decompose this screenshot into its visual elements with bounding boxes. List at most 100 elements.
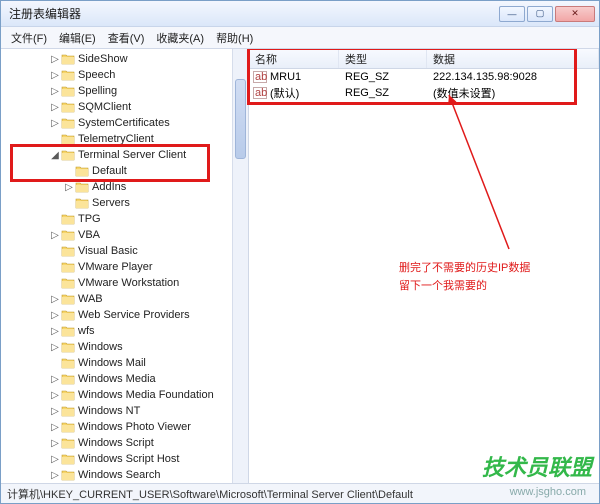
- menu-favorites[interactable]: 收藏夹(A): [150, 28, 210, 48]
- folder-icon: [75, 165, 89, 177]
- scrollbar-thumb[interactable]: [235, 79, 246, 159]
- col-name[interactable]: 名称: [249, 49, 339, 68]
- tree-item[interactable]: VMware Player: [1, 259, 248, 275]
- tree-item-label: Windows Photo Viewer: [78, 421, 191, 433]
- tree-item[interactable]: ▷ Windows: [1, 339, 248, 355]
- tree-item[interactable]: Visual Basic: [1, 243, 248, 259]
- tree-item[interactable]: ▷Web Service Providers: [1, 307, 248, 323]
- expander-icon[interactable]: ▷: [49, 374, 61, 385]
- folder-icon: [61, 101, 75, 113]
- expander-icon[interactable]: ▷: [49, 438, 61, 449]
- col-data[interactable]: 数据: [427, 49, 599, 68]
- maximize-button[interactable]: ▢: [527, 6, 553, 22]
- folder-icon: [61, 245, 75, 257]
- titlebar[interactable]: 注册表编辑器 — ▢ ✕: [1, 1, 599, 27]
- tree-item-label: Windows Script Host: [78, 453, 179, 465]
- tree-item[interactable]: Default: [1, 163, 248, 179]
- expander-icon[interactable]: ▷: [49, 422, 61, 433]
- tree-item[interactable]: ◢Terminal Server Client: [1, 147, 248, 163]
- tree-item[interactable]: ▷Speech: [1, 67, 248, 83]
- col-type[interactable]: 类型: [339, 49, 427, 68]
- tree-item[interactable]: VMware Workstation: [1, 275, 248, 291]
- tree-item-label: VMware Player: [78, 261, 153, 273]
- window-title: 注册表编辑器: [9, 5, 499, 22]
- close-button[interactable]: ✕: [555, 6, 595, 22]
- expander-icon[interactable]: ▷: [49, 54, 61, 65]
- registry-tree[interactable]: ▷SideShow▷Speech▷Spelling▷SQMClient▷Syst…: [1, 49, 249, 483]
- tree-item[interactable]: ▷ Windows NT: [1, 403, 248, 419]
- tree-item-label: Windows NT: [78, 405, 140, 417]
- folder-icon: [61, 213, 75, 225]
- tree-item-label: Windows Media Foundation: [78, 389, 214, 401]
- tree-item[interactable]: TelemetryClient: [1, 131, 248, 147]
- expander-icon[interactable]: ▷: [49, 118, 61, 129]
- tree-item-label: WAB: [78, 293, 103, 305]
- tree-item[interactable]: ▷ Windows Script Host: [1, 451, 248, 467]
- value-row[interactable]: abMRU1REG_SZ222.134.135.98:9028: [249, 69, 599, 85]
- list-body[interactable]: abMRU1REG_SZ222.134.135.98:9028ab(默认)REG…: [249, 69, 599, 483]
- folder-icon: [75, 181, 89, 193]
- folder-icon: [61, 133, 75, 145]
- tree-item-label: Windows Mail: [78, 357, 146, 369]
- tree-item-label: VMware Workstation: [78, 277, 179, 289]
- folder-icon: [61, 325, 75, 337]
- folder-icon: [61, 277, 75, 289]
- tree-item[interactable]: ▷wfs: [1, 323, 248, 339]
- tree-item[interactable]: ▷Windows Script: [1, 435, 248, 451]
- tree-item[interactable]: ▷SystemCertificates: [1, 115, 248, 131]
- folder-icon: [61, 69, 75, 81]
- menu-help[interactable]: 帮助(H): [210, 28, 259, 48]
- expander-icon[interactable]: ▷: [49, 70, 61, 81]
- tree-item[interactable]: ▷Windows Media: [1, 371, 248, 387]
- tree-scrollbar[interactable]: [232, 49, 248, 483]
- value-data: 222.134.135.98:9028: [427, 71, 599, 83]
- folder-icon: [61, 453, 75, 465]
- menu-view[interactable]: 查看(V): [102, 28, 151, 48]
- expander-icon[interactable]: ▷: [49, 230, 61, 241]
- tree-item[interactable]: TPG: [1, 211, 248, 227]
- annotation-line1: 删完了不需要的历史IP数据: [399, 259, 530, 277]
- tree-item[interactable]: ▷ WAB: [1, 291, 248, 307]
- menu-edit[interactable]: 编辑(E): [53, 28, 102, 48]
- minimize-button[interactable]: —: [499, 6, 525, 22]
- value-list-pane: 名称 类型 数据 abMRU1REG_SZ222.134.135.98:9028…: [249, 49, 599, 483]
- expander-icon[interactable]: ▷: [49, 390, 61, 401]
- expander-icon[interactable]: ▷: [63, 182, 75, 193]
- tree-item[interactable]: Windows Mail: [1, 355, 248, 371]
- expander-icon[interactable]: ▷: [49, 342, 61, 353]
- annotation-arrow: [419, 89, 529, 259]
- menubar: 文件(F) 编辑(E) 查看(V) 收藏夹(A) 帮助(H): [1, 27, 599, 49]
- tree-item[interactable]: ▷ Windows Media Foundation: [1, 387, 248, 403]
- expander-icon[interactable]: ◢: [49, 150, 61, 161]
- tree-item[interactable]: ▷ Windows Photo Viewer: [1, 419, 248, 435]
- registry-editor-window: 注册表编辑器 — ▢ ✕ 文件(F) 编辑(E) 查看(V) 收藏夹(A) 帮助…: [0, 0, 600, 504]
- folder-icon: [61, 53, 75, 65]
- content-area: ▷SideShow▷Speech▷Spelling▷SQMClient▷Syst…: [1, 49, 599, 483]
- expander-icon[interactable]: ▷: [49, 310, 61, 321]
- expander-icon[interactable]: ▷: [49, 470, 61, 481]
- tree-item-label: Servers: [92, 197, 130, 209]
- tree-item[interactable]: ▷AddIns: [1, 179, 248, 195]
- tree-item[interactable]: Servers: [1, 195, 248, 211]
- tree-item[interactable]: ▷SQMClient: [1, 99, 248, 115]
- value-row[interactable]: ab(默认)REG_SZ(数值未设置): [249, 85, 599, 101]
- tree-item-label: Windows: [78, 341, 123, 353]
- tree-item[interactable]: ▷Spelling: [1, 83, 248, 99]
- annotation-line2: 留下一个我需要的: [399, 277, 530, 295]
- tree-item-label: TPG: [78, 213, 101, 225]
- expander-icon[interactable]: ▷: [49, 102, 61, 113]
- folder-icon: [61, 309, 75, 321]
- menu-file[interactable]: 文件(F): [5, 28, 53, 48]
- tree-item[interactable]: ▷SideShow: [1, 51, 248, 67]
- expander-icon[interactable]: ▷: [49, 86, 61, 97]
- folder-icon: [61, 469, 75, 481]
- expander-icon[interactable]: ▷: [49, 454, 61, 465]
- value-data: (数值未设置): [427, 85, 599, 101]
- folder-icon: [61, 85, 75, 97]
- tree-item[interactable]: ▷VBA: [1, 227, 248, 243]
- folder-icon: [75, 197, 89, 209]
- expander-icon[interactable]: ▷: [49, 294, 61, 305]
- tree-item[interactable]: ▷Windows Search: [1, 467, 248, 483]
- expander-icon[interactable]: ▷: [49, 406, 61, 417]
- expander-icon[interactable]: ▷: [49, 326, 61, 337]
